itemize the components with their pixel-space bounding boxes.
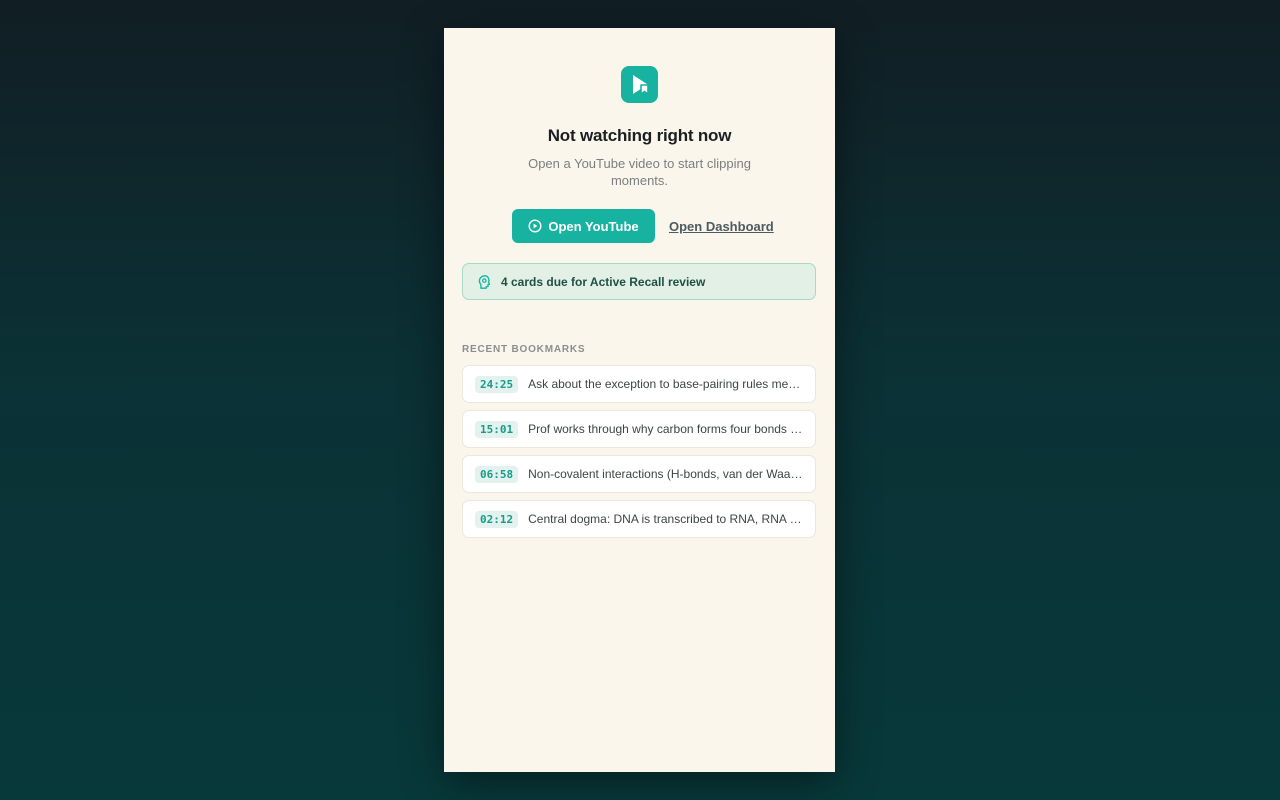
bookmark-list: 24:25 Ask about the exception to base-pa… bbox=[462, 365, 816, 545]
bookmark-item[interactable]: 02:12 Central dogma: DNA is transcribed … bbox=[462, 500, 816, 538]
active-recall-banner[interactable]: 4 cards due for Active Recall review bbox=[462, 263, 816, 300]
bookmark-timestamp: 15:01 bbox=[475, 420, 519, 438]
bookmark-note: Ask about the exception to base-pairing … bbox=[528, 377, 803, 391]
open-youtube-button[interactable]: Open YouTube bbox=[512, 209, 655, 243]
bookmark-note: Non-covalent interactions (H-bonds, van … bbox=[528, 467, 803, 481]
bookmark-item[interactable]: 06:58 Non-covalent interactions (H-bonds… bbox=[462, 455, 816, 493]
play-circle-icon bbox=[528, 219, 542, 233]
brain-icon bbox=[477, 274, 493, 290]
bookmark-timestamp: 06:58 bbox=[475, 465, 519, 483]
active-recall-text: 4 cards due for Active Recall review bbox=[501, 274, 706, 289]
open-youtube-label: Open YouTube bbox=[548, 218, 639, 234]
popup-panel: Not watching right now Open a YouTube vi… bbox=[444, 28, 835, 772]
empty-state-subtitle: Open a YouTube video to start clipping m… bbox=[528, 156, 751, 188]
recent-bookmarks-heading: RECENT BOOKMARKS bbox=[462, 344, 586, 355]
bookmark-timestamp: 24:25 bbox=[475, 375, 519, 393]
bookmark-note: Prof works through why carbon forms four… bbox=[528, 422, 803, 436]
empty-state-title: Not watching right now bbox=[547, 126, 732, 145]
bookmark-timestamp: 02:12 bbox=[475, 510, 519, 528]
bookmark-note: Central dogma: DNA is transcribed to RNA… bbox=[528, 512, 803, 526]
bookmark-item[interactable]: 15:01 Prof works through why carbon form… bbox=[462, 410, 816, 448]
open-dashboard-link[interactable]: Open Dashboard bbox=[669, 219, 774, 234]
bookmark-item[interactable]: 24:25 Ask about the exception to base-pa… bbox=[462, 365, 816, 403]
play-bookmark-icon bbox=[621, 66, 658, 103]
